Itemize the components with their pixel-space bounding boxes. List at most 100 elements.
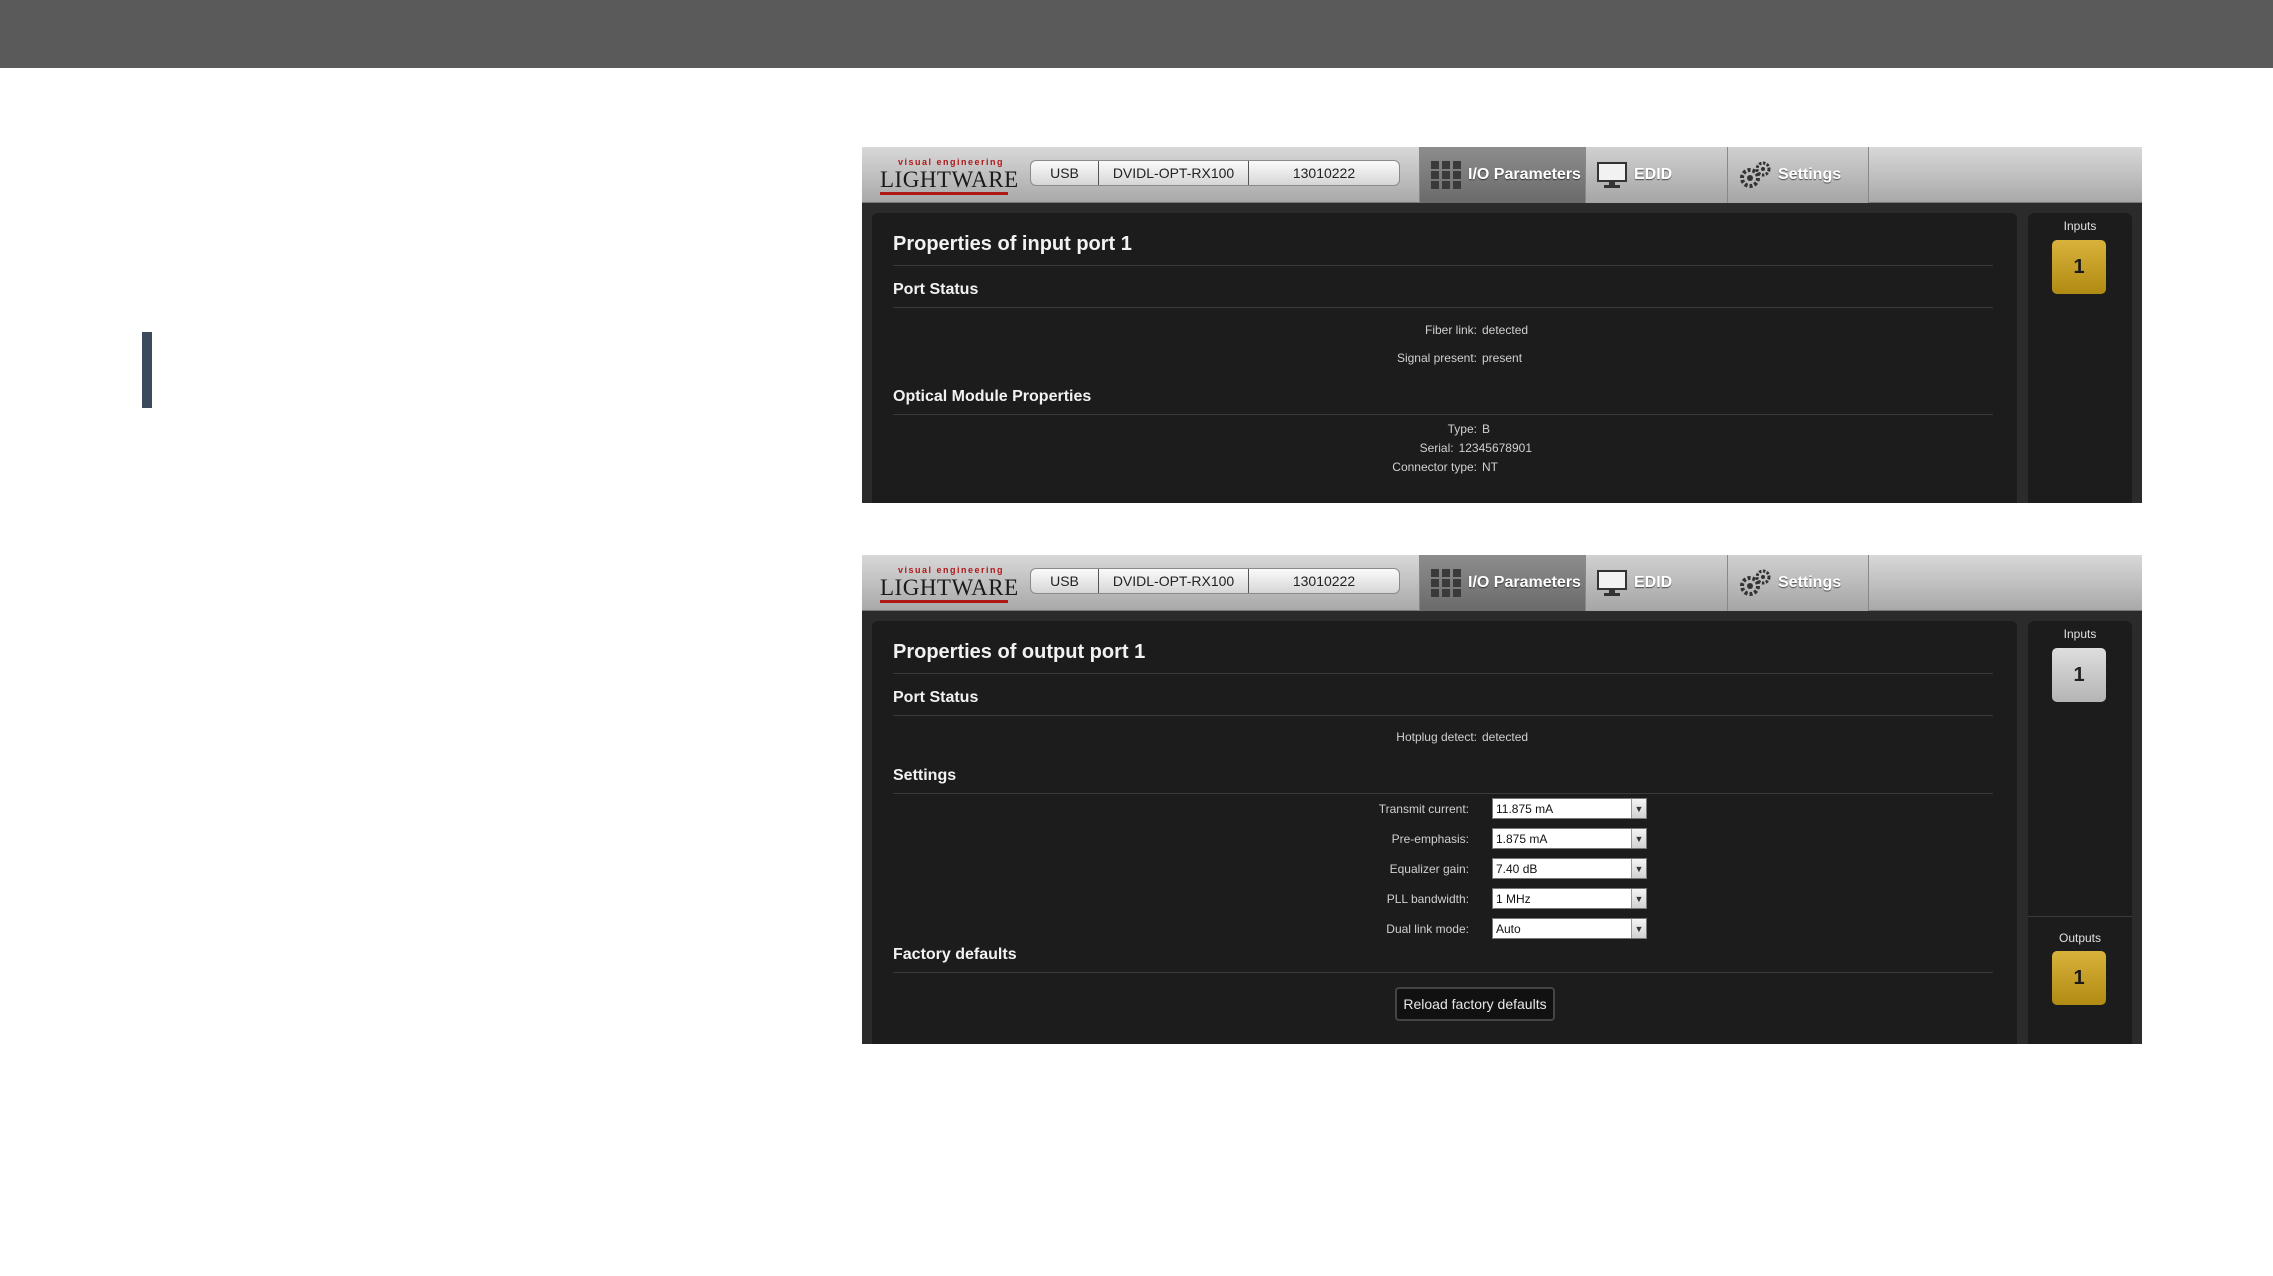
- equalizer-gain-row: Equalizer gain: 7.40 dB ▼: [872, 858, 2012, 879]
- input-port-button[interactable]: 1: [2052, 648, 2106, 702]
- tab-label: I/O Parameters: [1468, 166, 1581, 183]
- properties-panel: Properties of input port 1 Port Status F…: [872, 213, 2017, 503]
- monitor-icon: [1597, 570, 1627, 596]
- row-value: detected: [1482, 323, 1529, 337]
- chevron-down-icon[interactable]: ▼: [1631, 799, 1646, 818]
- row-label: Serial:: [1419, 441, 1454, 455]
- tab-edid[interactable]: EDID: [1585, 555, 1727, 611]
- row-label: Signal present:: [1396, 351, 1477, 365]
- port-sidebar: Inputs 1: [2028, 213, 2132, 503]
- pre-emphasis-select[interactable]: 1.875 mA ▼: [1492, 828, 1647, 849]
- tab-edid[interactable]: EDID: [1585, 147, 1727, 203]
- tab-label: EDID: [1634, 574, 1673, 591]
- inputs-label: Inputs: [2063, 627, 2097, 641]
- lightware-window-output: visual engineering LIGHTWARE USB DVIDL-O…: [862, 555, 2142, 1044]
- dual-link-mode-row: Dual link mode: Auto ▼: [872, 918, 2012, 939]
- divider: [893, 715, 1993, 716]
- optical-heading: Optical Module Properties: [893, 388, 1092, 405]
- logo-wordmark: LIGHTWARE: [880, 167, 1019, 192]
- divider: [893, 673, 1993, 674]
- divider: [893, 307, 1993, 308]
- row-label: Equalizer gain:: [1389, 861, 1469, 876]
- port-sidebar: Inputs 1 Outputs 1: [2028, 621, 2132, 1044]
- tab-io-parameters[interactable]: I/O Parameters: [1419, 147, 1585, 203]
- row-label: Transmit current:: [1378, 801, 1469, 816]
- row-label: Fiber link:: [1424, 323, 1477, 337]
- logo-tagline: visual engineering: [898, 565, 1005, 575]
- section-marker: [142, 332, 152, 408]
- row-label: Type:: [1447, 422, 1477, 436]
- logo-underline: [880, 192, 1008, 195]
- chevron-down-icon[interactable]: ▼: [1631, 829, 1646, 848]
- output-port-button[interactable]: 1: [2052, 951, 2106, 1005]
- monitor-icon: [1597, 162, 1627, 188]
- fiber-link-row: Fiber link: detected: [872, 323, 1532, 337]
- port-status-heading: Port Status: [893, 689, 979, 706]
- gears-icon: [1740, 161, 1771, 188]
- hotplug-detect-row: Hotplug detect: detected: [872, 730, 1532, 744]
- divider: [893, 265, 1993, 266]
- pll-bandwidth-select[interactable]: 1 MHz ▼: [1492, 888, 1647, 909]
- select-value: 1 MHz: [1496, 891, 1531, 906]
- tab-label: Settings: [1778, 166, 1842, 183]
- device-info-bar: USB DVIDL-OPT-RX100 13010222: [1030, 160, 1400, 186]
- pll-bandwidth-row: PLL bandwidth: 1 MHz ▼: [872, 888, 2012, 909]
- device-serial: 13010222: [1292, 165, 1356, 181]
- logo-underline: [880, 600, 1008, 603]
- device-serial: 13010222: [1292, 573, 1356, 589]
- row-label: Pre-emphasis:: [1391, 831, 1469, 846]
- chevron-down-icon[interactable]: ▼: [1631, 889, 1646, 908]
- app-header: visual engineering LIGHTWARE USB DVIDL-O…: [862, 147, 2142, 203]
- tab-label: I/O Parameters: [1468, 574, 1581, 591]
- row-value: present: [1482, 351, 1523, 365]
- select-value: 1.875 mA: [1496, 831, 1548, 846]
- row-label: Hotplug detect:: [1396, 730, 1477, 744]
- divider: [893, 414, 1993, 415]
- select-value: Auto: [1496, 921, 1521, 936]
- settings-heading: Settings: [893, 767, 957, 784]
- tab-io-parameters[interactable]: I/O Parameters: [1419, 555, 1585, 611]
- port-status-heading: Port Status: [893, 281, 979, 298]
- row-value: detected: [1482, 730, 1529, 744]
- transmit-current-select[interactable]: 11.875 mA ▼: [1492, 798, 1647, 819]
- dual-link-mode-select[interactable]: Auto ▼: [1492, 918, 1647, 939]
- tab-settings[interactable]: Settings: [1727, 147, 1869, 203]
- divider: [893, 972, 1993, 973]
- factory-defaults-heading: Factory defaults: [893, 946, 1017, 963]
- tab-settings[interactable]: Settings: [1727, 555, 1869, 611]
- device-model: DVIDL-OPT-RX100: [1099, 161, 1249, 185]
- lightware-window-input: visual engineering LIGHTWARE USB DVIDL-O…: [862, 147, 2142, 503]
- input-port-button[interactable]: 1: [2052, 240, 2106, 294]
- row-value: 12345678901: [1458, 441, 1532, 455]
- type-row: Type: B: [872, 422, 1532, 436]
- row-value: NT: [1482, 460, 1498, 474]
- reload-factory-defaults-button[interactable]: Reload factory defaults: [1395, 987, 1555, 1021]
- connector-type-row: Connector type: NT: [872, 460, 1532, 474]
- sidebar-divider: [2028, 916, 2132, 917]
- select-value: 11.875 mA: [1496, 801, 1554, 816]
- lightware-logo: visual engineering LIGHTWARE: [880, 565, 1018, 603]
- grid-icon: [1431, 161, 1461, 189]
- panel-title: Properties of input port 1: [893, 233, 1132, 255]
- connection-type: USB: [1031, 569, 1099, 593]
- top-band: [0, 0, 2273, 68]
- row-label: PLL bandwidth:: [1386, 891, 1469, 906]
- divider: [893, 793, 1993, 794]
- transmit-current-row: Transmit current: 11.875 mA ▼: [872, 798, 2012, 819]
- lightware-logo: visual engineering LIGHTWARE: [880, 157, 1018, 195]
- properties-panel: Properties of output port 1 Port Status …: [872, 621, 2017, 1044]
- grid-icon: [1431, 569, 1461, 597]
- chevron-down-icon[interactable]: ▼: [1631, 919, 1646, 938]
- select-value: 7.40 dB: [1496, 861, 1538, 876]
- panel-title: Properties of output port 1: [893, 641, 1146, 663]
- equalizer-gain-select[interactable]: 7.40 dB ▼: [1492, 858, 1647, 879]
- tab-label: Settings: [1778, 574, 1842, 591]
- serial-row: Serial: 12345678901: [872, 441, 1532, 455]
- row-label: Dual link mode:: [1386, 921, 1469, 936]
- app-header: visual engineering LIGHTWARE USB DVIDL-O…: [862, 555, 2142, 611]
- inputs-label: Inputs: [2063, 219, 2097, 233]
- device-model: DVIDL-OPT-RX100: [1099, 569, 1249, 593]
- gears-icon: [1740, 569, 1771, 596]
- chevron-down-icon[interactable]: ▼: [1631, 859, 1646, 878]
- row-value: B: [1482, 422, 1491, 436]
